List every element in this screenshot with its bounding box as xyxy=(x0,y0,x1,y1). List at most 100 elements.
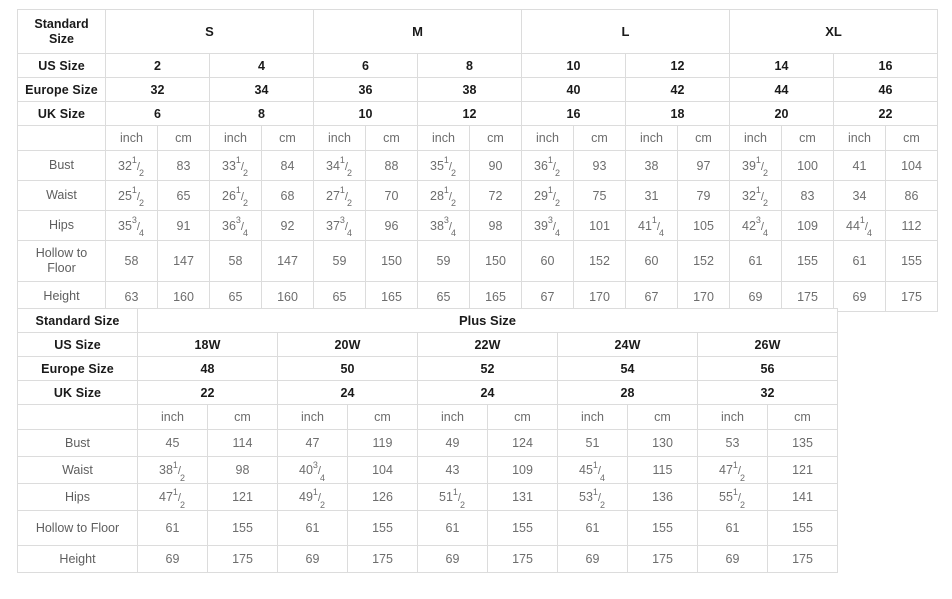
plus-unit-cm-2: cm xyxy=(487,404,558,430)
fraction-whole: 27 xyxy=(326,188,340,203)
plus-cell-hollow-to-floor-5: 155 xyxy=(487,510,558,546)
row-label-waist: Waist xyxy=(17,180,106,211)
fraction-numerator: 1 xyxy=(755,155,761,166)
plus-unit-inch-0: inch xyxy=(137,404,208,430)
cell-uk-size-5: 18 xyxy=(625,101,730,126)
plus-cell-hips-6: 531/2 xyxy=(557,483,628,511)
plus-row-label-waist: Waist xyxy=(17,456,138,484)
standard-row-bust: Bust 321/2 83 331/2 84 341/2 88 351/2 90 361/2 93 3… xyxy=(17,150,938,181)
plus-cell-waist-3: 104 xyxy=(347,456,418,484)
cell-uk-size-0: 6 xyxy=(105,101,210,126)
fraction-value: 353/4 xyxy=(118,216,145,238)
unit-inch-7: inch xyxy=(833,125,886,151)
cell-hips-3: 92 xyxy=(261,210,314,241)
cell-hollow-to-floor-4: 59 xyxy=(313,240,366,282)
cell-europe-size-0: 32 xyxy=(105,77,210,102)
row-label-uk-size: UK Size xyxy=(17,101,106,126)
fraction-value: 403/4 xyxy=(299,459,326,482)
fraction-whole: 40 xyxy=(299,463,313,477)
fraction-value: 383/4 xyxy=(430,216,457,238)
fraction-value: 411/4 xyxy=(638,216,665,238)
plus-cell-height-4: 69 xyxy=(417,545,488,573)
cell-waist-14: 34 xyxy=(833,180,886,211)
cell-hollow-to-floor-10: 60 xyxy=(625,240,678,282)
fraction-numerator: 1 xyxy=(339,155,345,166)
cell-hips-6: 383/4 xyxy=(417,210,470,241)
plus-cell-europe-size-0: 48 xyxy=(137,356,278,381)
fraction-numerator: 1 xyxy=(547,185,553,196)
fraction-whole: 36 xyxy=(222,218,236,233)
cell-hips-7: 98 xyxy=(469,210,522,241)
fraction-denominator: 4 xyxy=(346,228,352,238)
cell-height-1: 160 xyxy=(157,281,210,312)
standard-row-hollow-to-floor: Hollow to Floor 58 147 58 147 59 150 59 150 60 152 6… xyxy=(17,240,938,282)
plus-cell-hollow-to-floor-8: 61 xyxy=(697,510,768,546)
fraction-denominator: 4 xyxy=(138,228,144,238)
fraction-whole: 33 xyxy=(222,158,236,173)
fraction-numerator: 1 xyxy=(172,459,178,470)
cell-waist-5: 70 xyxy=(365,180,418,211)
cell-us-size-6: 14 xyxy=(729,53,834,78)
plus-cell-waist-0: 381/2 xyxy=(137,456,208,484)
cell-europe-size-3: 38 xyxy=(417,77,522,102)
cell-europe-size-1: 34 xyxy=(209,77,314,102)
plus-cell-height-8: 69 xyxy=(697,545,768,573)
cell-us-size-3: 8 xyxy=(417,53,522,78)
unit-inch-0: inch xyxy=(105,125,158,151)
plus-unit-cm-1: cm xyxy=(347,404,418,430)
cell-hips-10: 411/4 xyxy=(625,210,678,241)
fraction-whole: 36 xyxy=(534,158,548,173)
plus-cell-bust-4: 49 xyxy=(417,429,488,457)
cell-waist-11: 79 xyxy=(677,180,730,211)
cell-bust-6: 351/2 xyxy=(417,150,470,181)
plus-cell-us-size-2: 22W xyxy=(417,332,558,357)
fraction-denominator: 2 xyxy=(346,198,352,208)
cell-hollow-to-floor-13: 155 xyxy=(781,240,834,282)
cell-bust-13: 100 xyxy=(781,150,834,181)
fraction-whole: 39 xyxy=(742,158,756,173)
cell-height-10: 67 xyxy=(625,281,678,312)
fraction-numerator: 1 xyxy=(131,155,137,166)
fraction-value: 471/2 xyxy=(159,487,186,509)
cell-waist-12: 321/2 xyxy=(729,180,782,211)
cell-uk-size-4: 16 xyxy=(521,101,626,126)
cell-bust-3: 84 xyxy=(261,150,314,181)
standard-corner-label: Standard Size xyxy=(17,9,106,54)
cell-height-2: 65 xyxy=(209,281,262,312)
cell-hollow-to-floor-12: 61 xyxy=(729,240,782,282)
plus-cell-height-9: 175 xyxy=(767,545,838,573)
cell-hips-15: 112 xyxy=(885,210,938,241)
fraction-value: 451/4 xyxy=(579,460,606,482)
standard-size-table: Standard Size S M L XL US Size 2 4 6 8 10 12 14 16 Euro… xyxy=(17,9,938,312)
plus-row-label-uk-size: UK Size xyxy=(17,380,138,405)
cell-bust-7: 90 xyxy=(469,150,522,181)
plus-cell-height-0: 69 xyxy=(137,545,208,573)
plus-cell-waist-6: 451/4 xyxy=(557,456,628,484)
cell-height-11: 170 xyxy=(677,281,730,312)
cell-waist-13: 83 xyxy=(781,180,834,211)
cell-hips-14: 441/4 xyxy=(833,210,886,241)
cell-height-12: 69 xyxy=(729,281,782,312)
row-label-bust: Bust xyxy=(17,150,106,181)
cell-hips-4: 373/4 xyxy=(313,210,366,241)
fraction-whole: 42 xyxy=(742,218,756,233)
fraction-whole: 37 xyxy=(326,218,340,233)
fraction-whole: 29 xyxy=(534,188,548,203)
fraction-numerator: 3 xyxy=(312,459,318,470)
plus-unit-cm-3: cm xyxy=(627,404,698,430)
cell-uk-size-6: 20 xyxy=(729,101,834,126)
cell-waist-8: 291/2 xyxy=(521,180,574,211)
cell-us-size-4: 10 xyxy=(521,53,626,78)
cell-height-7: 165 xyxy=(469,281,522,312)
fraction-numerator: 1 xyxy=(131,185,137,196)
plus-size-table: Standard Size Plus Size US Size 18W 20W 22W 24… xyxy=(17,308,838,573)
plus-row-label-hips: Hips xyxy=(17,483,138,511)
unit-cm-6: cm xyxy=(781,125,834,151)
plus-unit-inch-2: inch xyxy=(417,404,488,430)
unit-inch-4: inch xyxy=(521,125,574,151)
unit-inch-2: inch xyxy=(313,125,366,151)
plus-cell-europe-size-4: 56 xyxy=(697,356,838,381)
fraction-denominator: 2 xyxy=(450,198,456,208)
fraction-numerator: 1 xyxy=(732,486,738,497)
fraction-value: 393/4 xyxy=(534,216,561,238)
